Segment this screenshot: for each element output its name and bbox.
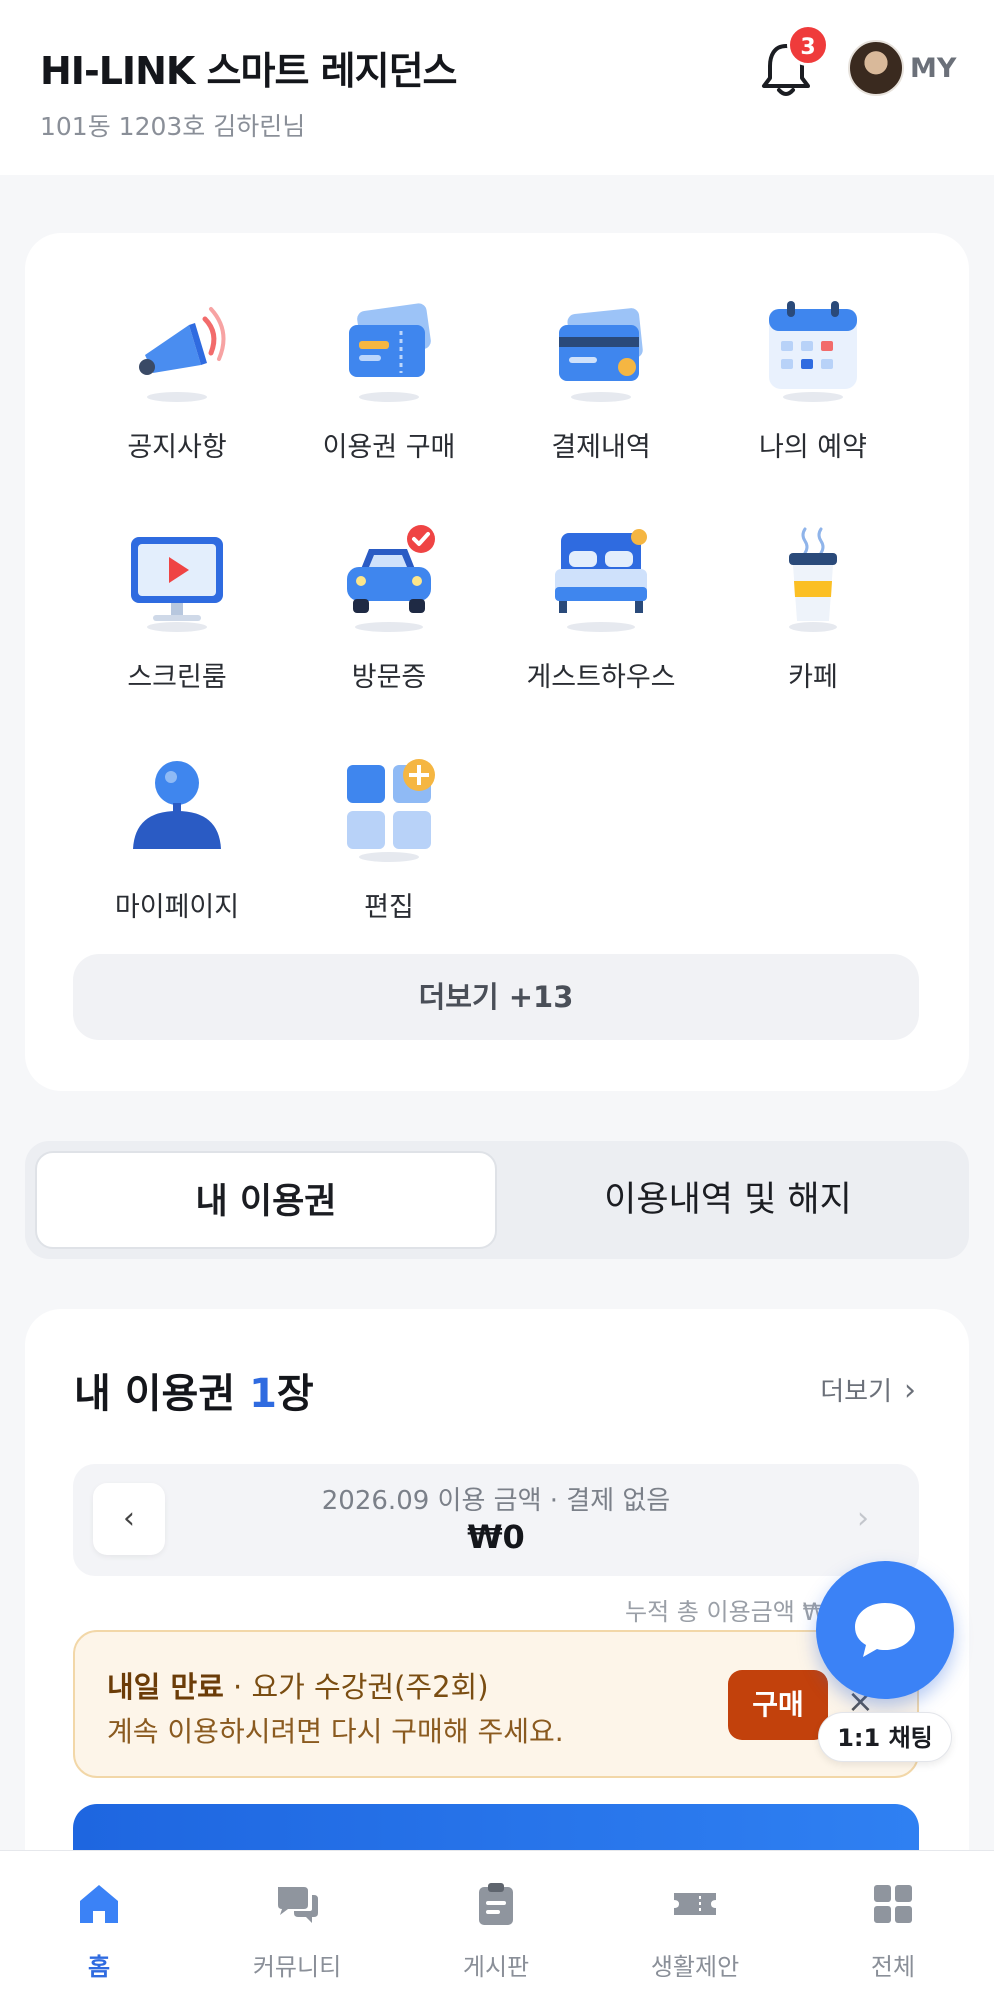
ticket-count: 1 [249, 1371, 277, 1417]
resident-info: 101동 1203호 김하린님 [40, 112, 306, 141]
grid-add-icon [339, 755, 439, 865]
tickets-title: 내 이용권 1장 [74, 1361, 314, 1419]
menu-label: 이용권 구매 [322, 432, 456, 463]
nav-community[interactable]: 커뮤니티 [198, 1881, 396, 1991]
monthly-usage-box: 2026.09 이용 금액 · 결제 없음 ₩0 ‹ › [73, 1464, 919, 1576]
tab-my-tickets[interactable]: 내 이용권 [35, 1151, 497, 1249]
nav-label: 전체 [870, 1953, 916, 1981]
menu-item-payment-history[interactable]: 결제내역 [495, 295, 707, 495]
month-usage-amount: ₩0 [467, 1518, 525, 1556]
chat-bubbles-icon [278, 1887, 318, 1923]
cumulative-amount: 누적 총 이용금액 ₩ [625, 1598, 827, 1626]
menu-item-screen-room[interactable]: 스크린룸 [71, 525, 283, 725]
menu-item-my-reservation[interactable]: 나의 예약 [707, 295, 919, 495]
menu-item-edit[interactable]: 편집 [283, 755, 495, 955]
quick-menu-card: 공지사항 이용권 구매 결제내역 나의 예약 스크린룸 방문증 게스트하우스 카… [25, 233, 969, 1091]
tickets-title-prefix: 내 이용권 [74, 1371, 250, 1417]
expiry-message: 계속 이용하시려면 다시 구매해 주세요. [107, 1715, 564, 1748]
coffee-cup-icon [763, 525, 863, 635]
app-header: HI-LINK 스마트 레지던스 101동 1203호 김하린님 3 MY [0, 0, 994, 175]
car-check-icon [339, 525, 439, 635]
user-icon [127, 755, 227, 865]
chat-button[interactable] [816, 1561, 954, 1699]
expiry-bold: 내일 만료 [107, 1670, 224, 1704]
menu-label: 스크린룸 [127, 662, 227, 693]
avatar[interactable] [848, 40, 904, 96]
menu-item-notice[interactable]: 공지사항 [71, 295, 283, 495]
nav-all[interactable]: 전체 [794, 1881, 992, 1991]
credit-card-icon [551, 295, 651, 405]
grid-icon [874, 1885, 912, 1923]
chat-bubble-icon [855, 1603, 915, 1657]
tickets-more-label: 더보기 [820, 1377, 892, 1407]
prev-month-button[interactable]: ‹ [93, 1483, 165, 1555]
notification-badge: 3 [787, 24, 829, 66]
menu-label: 편집 [364, 892, 414, 923]
menu-label: 카페 [788, 662, 838, 693]
chevron-right-icon: › [904, 1373, 916, 1408]
menu-label: 게스트하우스 [526, 662, 676, 693]
ticket-icon [339, 295, 439, 405]
nav-home[interactable]: 홈 [0, 1881, 198, 1991]
my-label[interactable]: MY [910, 53, 956, 84]
chat-label[interactable]: 1:1 채팅 [818, 1712, 952, 1762]
bottom-nav: 홈 커뮤니티 게시판 생활제안 전체 [0, 1850, 994, 2000]
menu-label: 방문증 [351, 662, 427, 693]
expiry-notice: 내일 만료 · 요가 수강권(주2회) 계속 이용하시려면 다시 구매해 주세요… [73, 1630, 919, 1778]
month-usage-text: 2026.09 이용 금액 · 결제 없음 [321, 1486, 671, 1516]
expiry-ticket-name: · 요가 수강권(주2회) [223, 1670, 489, 1704]
menu-label: 마이페이지 [114, 892, 240, 923]
nav-label: 홈 [87, 1953, 111, 1981]
menu-item-cafe[interactable]: 카페 [707, 525, 919, 725]
menu-item-ticket-purchase[interactable]: 이용권 구매 [283, 295, 495, 495]
more-menu-button[interactable]: 더보기 +13 [73, 954, 919, 1040]
monitor-play-icon [127, 525, 227, 635]
clipboard-icon [479, 1883, 513, 1925]
buy-button[interactable]: 구매 [728, 1670, 828, 1740]
ticket-icon [674, 1893, 716, 1915]
home-icon [80, 1885, 118, 1923]
bed-icon [551, 525, 651, 635]
menu-label: 공지사항 [127, 432, 227, 463]
nav-label: 생활제안 [650, 1953, 740, 1981]
nav-board[interactable]: 게시판 [397, 1881, 595, 1991]
menu-item-visitor-pass[interactable]: 방문증 [283, 525, 495, 725]
ticket-tabs: 내 이용권 이용내역 및 해지 [25, 1141, 969, 1259]
menu-item-guesthouse[interactable]: 게스트하우스 [495, 525, 707, 725]
tickets-more-link[interactable]: 더보기 › [820, 1371, 916, 1408]
tab-history-cancel[interactable]: 이용내역 및 해지 [497, 1151, 959, 1249]
nav-label: 게시판 [462, 1953, 530, 1981]
next-month-button[interactable]: › [827, 1483, 899, 1555]
tickets-title-suffix: 장 [276, 1371, 314, 1417]
expiry-title: 내일 만료 · 요가 수강권(주2회) [107, 1664, 489, 1706]
calendar-icon [763, 295, 863, 405]
nav-suggestions[interactable]: 생활제안 [596, 1881, 794, 1991]
app-title: HI-LINK 스마트 레지던스 [40, 49, 457, 93]
menu-item-mypage[interactable]: 마이페이지 [71, 755, 283, 955]
menu-label: 나의 예약 [759, 432, 867, 463]
nav-label: 커뮤니티 [252, 1953, 342, 1981]
menu-label: 결제내역 [551, 432, 651, 463]
megaphone-icon [127, 295, 227, 405]
